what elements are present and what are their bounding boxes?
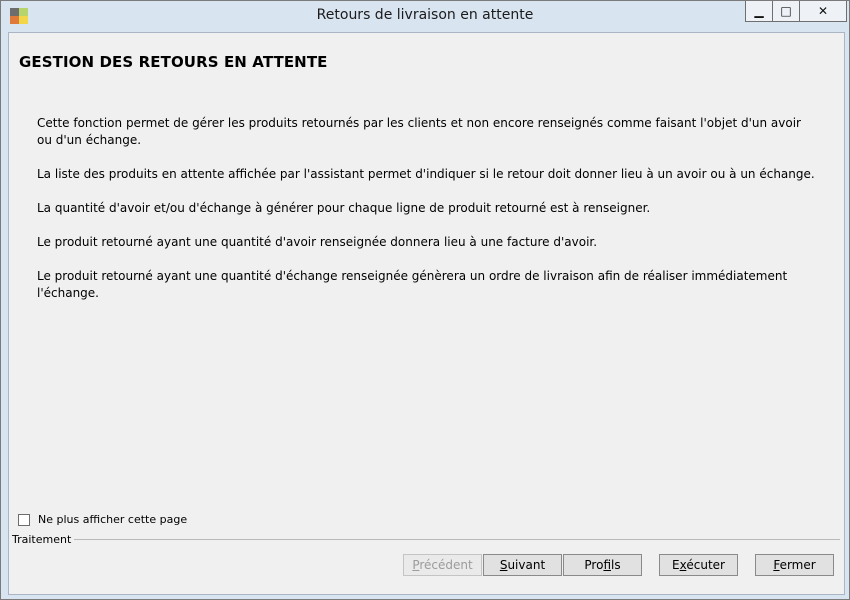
description-paragraph: Le produit retourné ayant une quantité d… (37, 235, 598, 249)
maximize-button[interactable]: □ (772, 1, 800, 22)
execute-button[interactable]: Exécuter (659, 554, 738, 576)
dont-show-again-label[interactable]: Ne plus afficher cette page (38, 513, 187, 526)
description-paragraph: Le produit retourné ayant une quantité d… (37, 269, 788, 300)
description-paragraph: La liste des produits en attente affiché… (37, 167, 815, 181)
close-icon: ✕ (817, 4, 829, 18)
wizard-page: GESTION DES RETOURS EN ATTENTE Cette fon… (8, 32, 845, 595)
description-paragraph: La quantité d'avoir et/ou d'échange à gé… (37, 201, 651, 215)
description-paragraph: Cette fonction permet de gérer les produ… (37, 116, 801, 147)
dont-show-again-checkbox[interactable] (18, 513, 30, 526)
window-title: Retours de livraison en attente (316, 7, 534, 23)
description: Cette fonction permet de gérer les produ… (37, 115, 817, 319)
maximize-icon: □ (780, 4, 792, 18)
window-controls: ▁ □ ✕ (745, 1, 847, 22)
previous-button[interactable]: Précédent (403, 554, 482, 576)
dont-show-again-option[interactable]: Ne plus afficher cette page (18, 513, 187, 526)
minimize-icon: ▁ (754, 4, 764, 18)
close-window-button[interactable]: ✕ (799, 1, 847, 22)
group-divider (67, 539, 840, 540)
profiles-button[interactable]: Profils (563, 554, 642, 576)
close-button[interactable]: Fermer (755, 554, 834, 576)
group-label: Traitement (12, 533, 75, 546)
minimize-button[interactable]: ▁ (745, 1, 773, 22)
app-window: Retours de livraison en attente ▁ □ ✕ GE… (0, 0, 850, 600)
next-button[interactable]: Suivant (483, 554, 562, 576)
title-bar[interactable]: Retours de livraison en attente ▁ □ ✕ (1, 1, 849, 32)
page-title: GESTION DES RETOURS EN ATTENTE (19, 53, 328, 71)
